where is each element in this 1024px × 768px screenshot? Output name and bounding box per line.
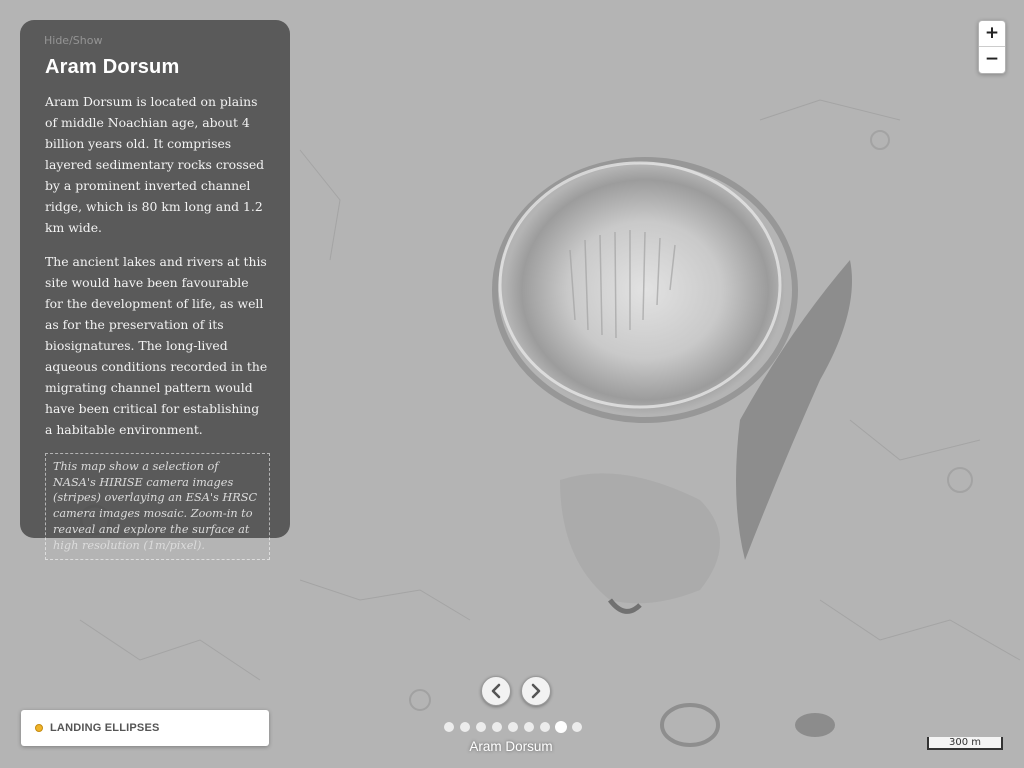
pager-dot[interactable] [492, 722, 502, 732]
map-note: This map show a selection of NASA's HIRI… [45, 453, 270, 561]
landing-ellipses-legend[interactable]: LANDING ELLIPSES [21, 710, 269, 746]
zoom-control: + − [978, 20, 1006, 74]
legend-label: LANDING ELLIPSES [50, 722, 160, 734]
pager-dot[interactable] [540, 722, 550, 732]
panel-paragraph: Aram Dorsum is located on plains of midd… [45, 94, 265, 235]
pager-dot[interactable] [508, 722, 518, 732]
current-slide-label: Aram Dorsum [469, 739, 553, 754]
pager-dot-active[interactable] [555, 721, 567, 733]
panel-title: Aram Dorsum [45, 56, 180, 78]
chevron-right-icon [531, 683, 541, 699]
info-panel: Aram Dorsum Aram Dorsum is located on pl… [20, 20, 290, 561]
hide-show-toggle[interactable]: Hide/Show [44, 34, 102, 47]
pager-dot[interactable] [524, 722, 534, 732]
zoom-out-button[interactable]: − [979, 47, 1005, 73]
pager-dot[interactable] [444, 722, 454, 732]
previous-slide-button[interactable] [481, 676, 511, 706]
next-slide-button[interactable] [521, 676, 551, 706]
scale-bar: 300 m [927, 737, 1003, 750]
zoom-in-button[interactable]: + [979, 21, 1005, 47]
pager-dot[interactable] [476, 722, 486, 732]
pager-dot[interactable] [460, 722, 470, 732]
panel-paragraph: The ancient lakes and rivers at this sit… [45, 254, 268, 437]
chevron-left-icon [491, 683, 501, 699]
pager-dot[interactable] [572, 722, 582, 732]
legend-marker-icon [35, 724, 43, 732]
